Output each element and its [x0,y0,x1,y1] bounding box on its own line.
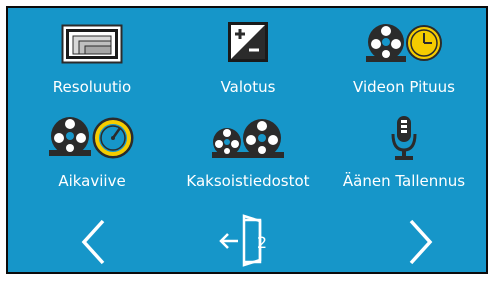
menu-item-dual-files[interactable]: Kaksoistiedostot [174,110,322,202]
chevron-left-icon[interactable] [80,218,106,266]
microphone-icon [391,116,417,160]
menu-item-label: Resoluutio [52,78,132,96]
video-length-icon [366,24,442,62]
exit-button[interactable]: 2 [218,212,274,268]
chevron-right-icon[interactable] [408,218,434,266]
timelapse-icon [49,117,134,159]
menu-item-label: Videon Pituus [353,78,455,96]
menu-item-label: Valotus [220,78,276,96]
resolution-icon [61,24,123,64]
menu-item-label: Kaksoistiedostot [186,172,310,190]
dual-files-icon [212,119,284,158]
menu-item-audio-recording[interactable]: Äänen Tallennus [330,110,478,202]
menu-item-video-length[interactable]: Videon Pituus [330,18,478,110]
menu-item-label: Äänen Tallennus [342,172,466,190]
exposure-icon [228,22,268,62]
menu-item-label: Aikaviive [58,172,126,190]
menu-item-timelapse[interactable]: Aikaviive [18,110,166,202]
page-number: 2 [256,233,268,252]
menu-item-exposure[interactable]: Valotus [174,18,322,110]
menu-item-resolution[interactable]: Resoluutio [18,18,166,110]
settings-screen: Resoluutio Valotus Videon Pituus Aikavii… [6,6,488,274]
